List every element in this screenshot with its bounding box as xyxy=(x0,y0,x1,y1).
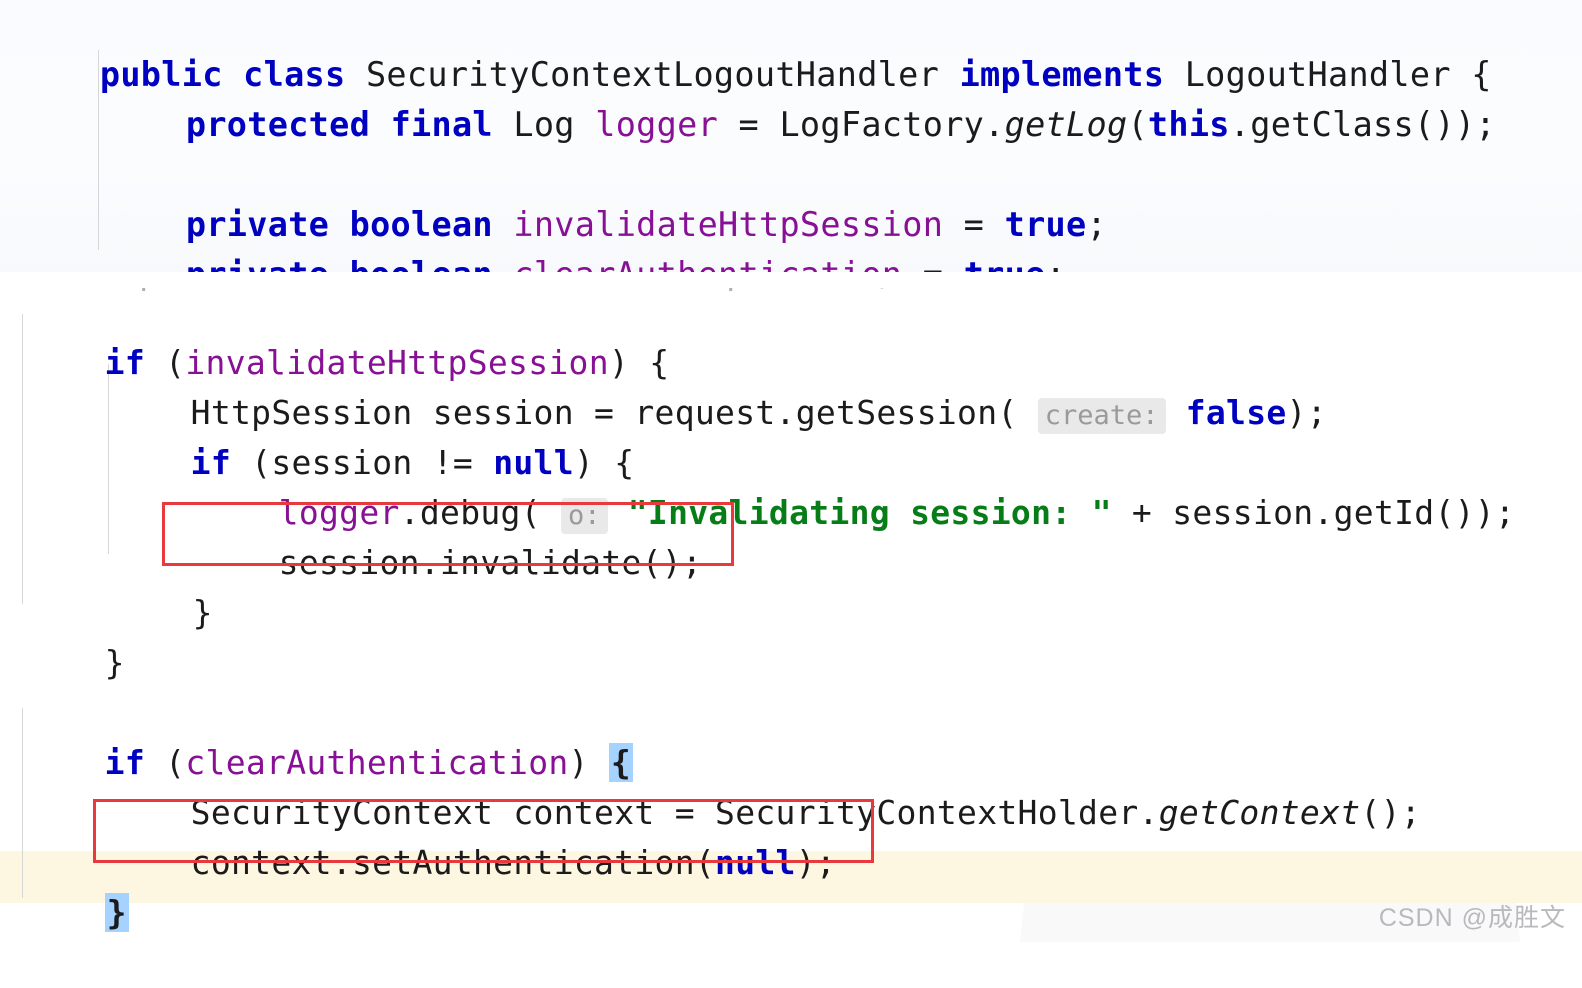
code-line-set-authentication-null[interactable]: context.setAuthentication(null); xyxy=(0,788,1582,882)
code-line-if-clearauth[interactable]: if (clearAuthentication) { xyxy=(0,688,1582,782)
code-line-close-inner-if[interactable]: } xyxy=(0,538,1582,632)
code-line-get-session[interactable]: HttpSession session = request.getSession… xyxy=(0,338,1582,434)
code-line-logger-debug[interactable]: logger.debug( o: "Invalidating session: … xyxy=(0,438,1582,534)
panel-separator xyxy=(0,272,1582,288)
token-blank xyxy=(0,105,20,144)
clipped-text: HttpSession session = request ; xyxy=(0,288,1582,298)
clipped-text-row: HttpSession session = request ; xyxy=(0,288,1582,302)
code-line-close-clearauth[interactable]: } xyxy=(0,838,1582,932)
csdn-watermark: CSDN @成胜文 xyxy=(1378,904,1566,932)
code-panel-logout-logic[interactable]: if (invalidateHttpSession) { HttpSession… xyxy=(0,288,1582,932)
code-panel-class-declaration[interactable]: public class SecurityContextLogoutHandle… xyxy=(0,0,1582,294)
code-line-logger-field[interactable]: protected final Log logger = LogFactory.… xyxy=(0,50,1582,144)
code-line-session-invalidate[interactable]: session.invalidate(); xyxy=(0,488,1582,582)
code-line-get-context[interactable]: SecurityContext context = SecurityContex… xyxy=(0,738,1582,832)
token-blank xyxy=(0,643,20,682)
code-line-invalidatehttpsession-field[interactable]: private boolean invalidateHttpSession = … xyxy=(0,150,1582,244)
code-line-class-decl[interactable]: public class SecurityContextLogoutHandle… xyxy=(0,0,1582,94)
token-matched-close-brace: } xyxy=(104,893,129,932)
code-line-clearauthentication-field[interactable]: private boolean clearAuthentication = tr… xyxy=(0,200,1582,294)
code-line-if-session-not-null[interactable]: if (session != null) { xyxy=(0,388,1582,482)
code-line-blank xyxy=(0,100,1582,150)
code-line-close-outer-if[interactable]: } xyxy=(0,588,1582,682)
code-line-blank xyxy=(0,638,1582,688)
